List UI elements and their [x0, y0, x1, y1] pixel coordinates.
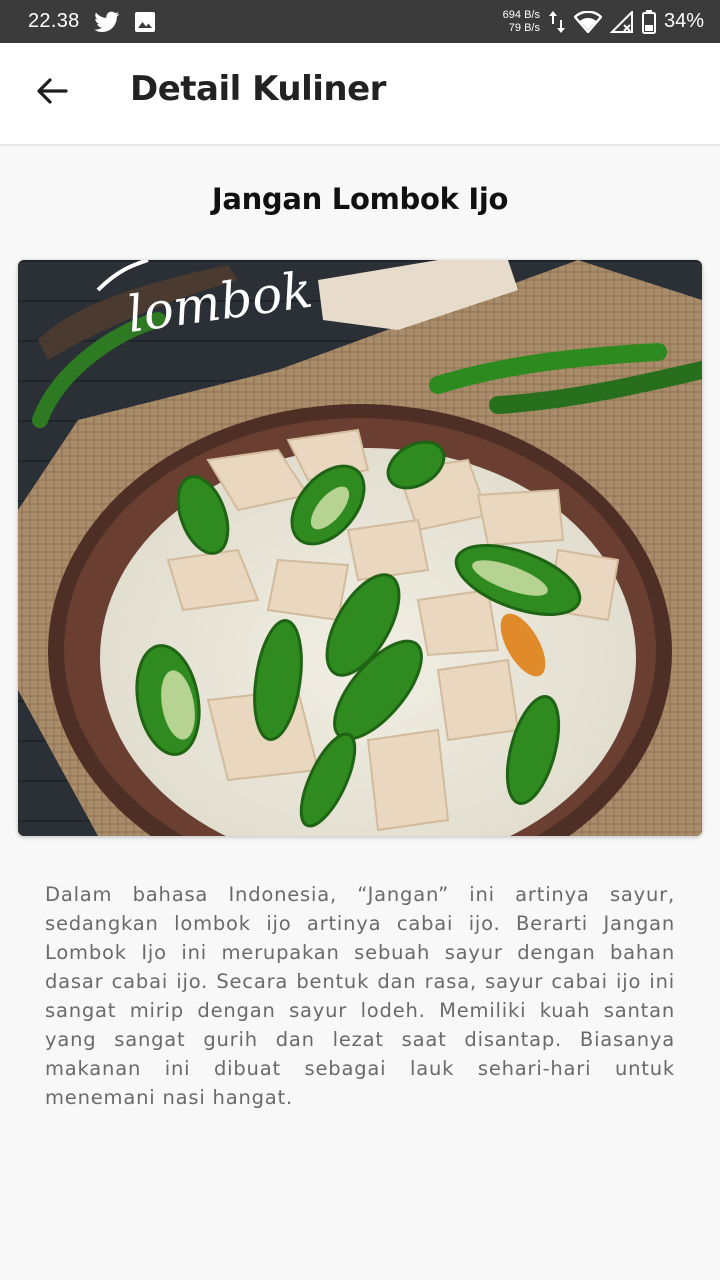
wifi-icon	[573, 10, 602, 33]
food-description: Dalam bahasa Indonesia, “Jangan” ini art…	[45, 883, 675, 1109]
net-up-speed: 694 B/s	[502, 8, 540, 21]
battery-icon	[641, 9, 656, 34]
battery-percentage: 34%	[663, 10, 704, 32]
app-bar: Detail Kuliner	[0, 43, 720, 144]
data-arrows-icon	[548, 9, 566, 35]
food-image: lombok	[18, 260, 702, 836]
signal-icon	[609, 10, 634, 33]
back-button[interactable]	[30, 71, 74, 115]
page-title: Detail Kuliner	[130, 69, 386, 109]
status-time: 22.38	[28, 10, 80, 32]
food-title: Jangan Lombok Ijo	[211, 182, 509, 216]
image-icon	[134, 11, 156, 33]
twitter-icon	[93, 11, 120, 33]
net-down-speed: 79 B/s	[508, 21, 540, 34]
arrow-left-icon	[35, 74, 69, 112]
status-bar: 22.38 694 B/s 79 B/s 34%	[0, 0, 720, 43]
network-speed: 694 B/s 79 B/s	[503, 9, 540, 35]
